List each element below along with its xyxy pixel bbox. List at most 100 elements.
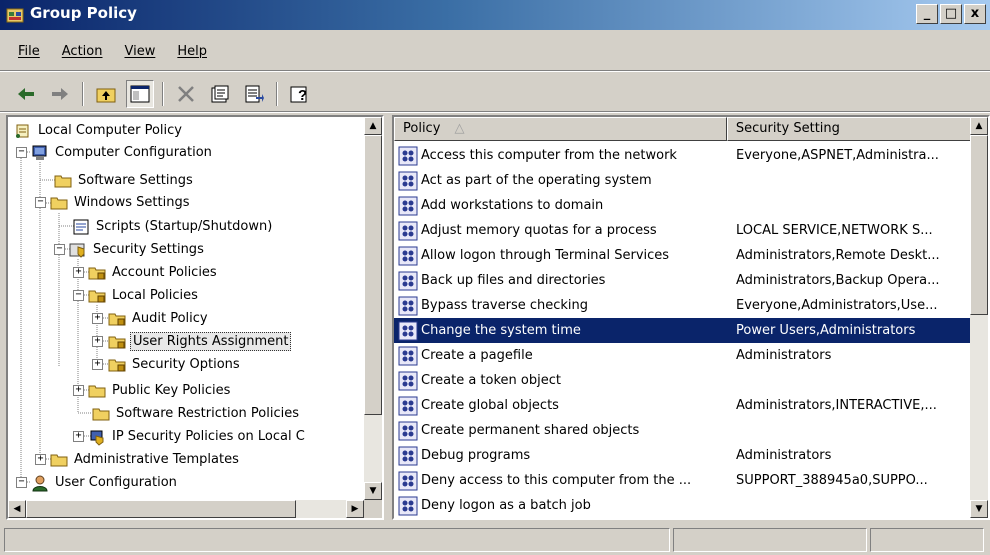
secure-folder-icon bbox=[108, 313, 126, 325]
tree-item-security-settings[interactable]: Security Settings bbox=[69, 238, 206, 261]
computer-icon bbox=[32, 145, 47, 160]
minimize-button[interactable]: _ bbox=[916, 4, 938, 24]
script-icon bbox=[73, 219, 89, 234]
policy-setting-icon bbox=[398, 246, 418, 265]
column-header-security-setting[interactable]: Security Setting bbox=[726, 117, 972, 141]
tree-item-user-configuration[interactable]: User Configuration bbox=[31, 471, 179, 494]
tree-item-label: Local Computer Policy bbox=[38, 123, 182, 138]
security-setting-value: SUPPORT_388945a0,SUPPO... bbox=[736, 473, 928, 488]
column-label: Policy bbox=[403, 121, 441, 136]
policy-setting-icon bbox=[398, 496, 418, 515]
forward-button[interactable] bbox=[46, 80, 74, 108]
list-row[interactable]: Create a token object bbox=[394, 368, 972, 393]
tree-item-security-options[interactable]: Security Options bbox=[108, 353, 242, 376]
menu-help[interactable]: Help bbox=[177, 44, 207, 59]
toolbar-separator bbox=[82, 82, 84, 106]
tree-item-audit-policy[interactable]: Audit Policy bbox=[108, 307, 210, 330]
back-button[interactable] bbox=[12, 80, 40, 108]
list-row[interactable]: Create a pagefile Administrators bbox=[394, 343, 972, 368]
tree-item-public-key-policies[interactable]: Public Key Policies bbox=[88, 379, 232, 402]
group-policy-window: Group Policy _ □ x File Action View Help bbox=[0, 0, 990, 555]
expand-toggle[interactable]: + bbox=[73, 267, 84, 278]
tree-item-software-restriction-policies[interactable]: Software Restriction Policies bbox=[92, 402, 301, 425]
scroll-thumb[interactable] bbox=[970, 135, 988, 315]
scroll-up-button[interactable]: ▲ bbox=[970, 117, 988, 135]
scroll-thumb[interactable] bbox=[26, 500, 296, 518]
menu-file[interactable]: File bbox=[18, 44, 40, 59]
expand-toggle[interactable]: + bbox=[92, 336, 103, 347]
list-vertical-scrollbar[interactable]: ▲ ▼ bbox=[970, 117, 988, 518]
title-bar[interactable]: Group Policy _ □ x bbox=[0, 0, 990, 30]
tree-pane[interactable]: Local Computer Policy − Computer Configu… bbox=[6, 115, 384, 520]
security-setting-value: Everyone,Administrators,Use... bbox=[736, 298, 938, 313]
list-row[interactable]: Create global objects Administrators,INTE… bbox=[394, 393, 972, 418]
secure-folder-icon bbox=[88, 267, 106, 279]
policy-setting-icon bbox=[398, 471, 418, 490]
tree-item-software-settings[interactable]: Software Settings bbox=[54, 169, 195, 192]
list-row[interactable]: Deny access to this computer from the ..… bbox=[394, 468, 972, 493]
tree-horizontal-scrollbar[interactable]: ◀ ▶ bbox=[8, 500, 364, 518]
security-setting-value: Power Users,Administrators bbox=[736, 323, 916, 338]
list-row[interactable]: Debug programs Administrators bbox=[394, 443, 972, 468]
tree-item-local-policies[interactable]: Local Policies bbox=[88, 284, 200, 307]
menu-view[interactable]: View bbox=[124, 44, 155, 59]
expand-toggle[interactable]: + bbox=[92, 313, 103, 324]
list-row[interactable]: Act as part of the operating system bbox=[394, 168, 972, 193]
list-row[interactable]: Allow logon through Terminal Services Adm… bbox=[394, 243, 972, 268]
list-row[interactable]: Adjust memory quotas for a process LOCAL … bbox=[394, 218, 972, 243]
up-one-level-button[interactable] bbox=[92, 80, 120, 108]
column-header-policy[interactable]: Policy △ bbox=[394, 117, 727, 141]
show-hide-tree-button[interactable] bbox=[126, 80, 154, 108]
collapse-toggle[interactable]: − bbox=[54, 244, 65, 255]
scroll-thumb[interactable] bbox=[364, 135, 382, 415]
properties-button[interactable] bbox=[206, 80, 234, 108]
list-row[interactable]: Add workstations to domain bbox=[394, 193, 972, 218]
list-row[interactable]: Create permanent shared objects bbox=[394, 418, 972, 443]
expand-toggle[interactable]: + bbox=[92, 359, 103, 370]
tree-item-administrative-templates[interactable]: Administrative Templates bbox=[50, 448, 241, 471]
policy-scroll-icon bbox=[16, 124, 29, 138]
scroll-down-button[interactable]: ▼ bbox=[970, 500, 988, 518]
tree-item-account-policies[interactable]: Account Policies bbox=[88, 261, 219, 284]
policy-setting-icon bbox=[398, 221, 418, 240]
delete-button[interactable] bbox=[172, 80, 200, 108]
expand-toggle[interactable]: + bbox=[73, 431, 84, 442]
folder-icon bbox=[50, 454, 68, 466]
scroll-left-button[interactable]: ◀ bbox=[8, 500, 26, 518]
close-button[interactable]: x bbox=[964, 4, 986, 24]
details-pane[interactable]: Policy △ Security Setting Access this co… bbox=[392, 115, 990, 520]
tree-item-label: Software Restriction Policies bbox=[116, 406, 299, 421]
collapse-toggle[interactable]: − bbox=[16, 477, 27, 488]
collapse-toggle[interactable]: − bbox=[73, 290, 84, 301]
list-row[interactable]: Change the system time Power Users,Admini… bbox=[394, 318, 972, 343]
scroll-down-button[interactable]: ▼ bbox=[364, 482, 382, 500]
list-row[interactable]: Deny logon as a batch job bbox=[394, 493, 972, 518]
tree-item-ip-security-policies[interactable]: IP Security Policies on Local C bbox=[88, 425, 307, 448]
list-row[interactable]: Bypass traverse checking Everyone,Adminis… bbox=[394, 293, 972, 318]
policy-list: Access this computer from the network Eve… bbox=[394, 143, 972, 518]
maximize-button[interactable]: □ bbox=[940, 4, 962, 24]
help-button[interactable]: ? bbox=[286, 80, 314, 108]
scroll-up-button[interactable]: ▲ bbox=[364, 117, 382, 135]
security-setting-value: Everyone,ASPNET,Administra... bbox=[736, 148, 939, 163]
list-row[interactable]: Access this computer from the network Eve… bbox=[394, 143, 972, 168]
policy-setting-icon bbox=[398, 346, 418, 365]
tree-vertical-scrollbar[interactable]: ▲ ▼ bbox=[364, 117, 382, 500]
policy-name: Access this computer from the network bbox=[421, 148, 677, 163]
collapse-toggle[interactable]: − bbox=[16, 147, 27, 158]
expand-toggle[interactable]: + bbox=[73, 385, 84, 396]
collapse-toggle[interactable]: − bbox=[35, 197, 46, 208]
export-list-button[interactable] bbox=[240, 80, 268, 108]
tree-item-windows-settings[interactable]: Windows Settings bbox=[50, 191, 191, 214]
tree-item-label: Local Policies bbox=[112, 288, 198, 303]
tree-item-scripts[interactable]: Scripts (Startup/Shutdown) bbox=[72, 215, 274, 238]
tree-item-local-computer-policy[interactable]: Local Computer Policy bbox=[14, 119, 184, 142]
tree-item-computer-configuration[interactable]: Computer Configuration bbox=[31, 141, 214, 164]
tree-item-user-rights-assignment[interactable]: User Rights Assignment bbox=[108, 330, 292, 353]
menu-action[interactable]: Action bbox=[62, 44, 103, 59]
policy-name: Back up files and directories bbox=[421, 273, 606, 288]
tree-item-label: IP Security Policies on Local C bbox=[112, 429, 305, 444]
scroll-right-button[interactable]: ▶ bbox=[346, 500, 364, 518]
expand-toggle[interactable]: + bbox=[35, 454, 46, 465]
list-row[interactable]: Back up files and directories Administrat… bbox=[394, 268, 972, 293]
